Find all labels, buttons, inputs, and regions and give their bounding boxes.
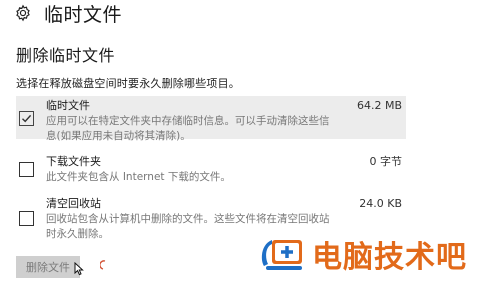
checkmark-icon bbox=[22, 114, 32, 123]
item-size: 24.0 KB bbox=[359, 197, 402, 210]
item-size: 64.2 MB bbox=[356, 99, 402, 112]
loading-spinner-icon bbox=[100, 260, 106, 270]
item-description-line: 应用可以在特定文件夹中存储临时信息。可以手动清除这些信 bbox=[46, 115, 330, 127]
section-title: 删除临时文件 bbox=[16, 46, 116, 65]
computer-logo-icon bbox=[261, 240, 302, 270]
item-label: 下载文件夹 bbox=[46, 155, 101, 168]
section-description: 选择在释放磁盘空间时要永久删除哪些项目。 bbox=[16, 77, 240, 90]
downloads-folder-checkbox[interactable] bbox=[19, 162, 34, 177]
item-description-line: 回收站包含从计算机中删除的文件。这些文件将在清空回收站 bbox=[46, 213, 330, 225]
item-temporary-files[interactable]: 临时文件 64.2 MB 应用可以在特定文件夹中存储临时信息。可以手动清除这些信… bbox=[16, 96, 406, 142]
page-header: 临时文件 bbox=[14, 0, 122, 26]
item-description: 应用可以在特定文件夹中存储临时信息。可以手动清除这些信 息(如果应用未自动将其清… bbox=[46, 114, 406, 144]
storage-temp-files-page: 临时文件 删除临时文件 选择在释放磁盘空间时要永久删除哪些项目。 临时文件 64… bbox=[0, 0, 501, 284]
recycle-bin-checkbox[interactable] bbox=[19, 211, 34, 226]
temporary-files-checkbox[interactable] bbox=[19, 111, 34, 126]
watermark-text: 电脑技术吧 bbox=[312, 240, 467, 275]
item-description-line: 息(如果应用未自动将其清除)。 bbox=[46, 130, 191, 142]
item-label: 清空回收站 bbox=[46, 197, 101, 210]
item-label: 临时文件 bbox=[46, 99, 90, 112]
delete-files-button[interactable]: 删除文件 bbox=[16, 256, 80, 278]
page-title: 临时文件 bbox=[44, 3, 123, 26]
mouse-cursor-icon bbox=[74, 262, 84, 276]
watermark: 电脑技术吧 bbox=[258, 232, 467, 276]
item-size: 0 字节 bbox=[369, 155, 403, 168]
item-downloads-folder[interactable]: 下载文件夹 0 字节 此文件夹包含从 Internet 下载的文件。 bbox=[16, 155, 406, 187]
gear-icon bbox=[16, 4, 30, 22]
item-description: 此文件夹包含从 Internet 下载的文件。 bbox=[46, 171, 231, 183]
